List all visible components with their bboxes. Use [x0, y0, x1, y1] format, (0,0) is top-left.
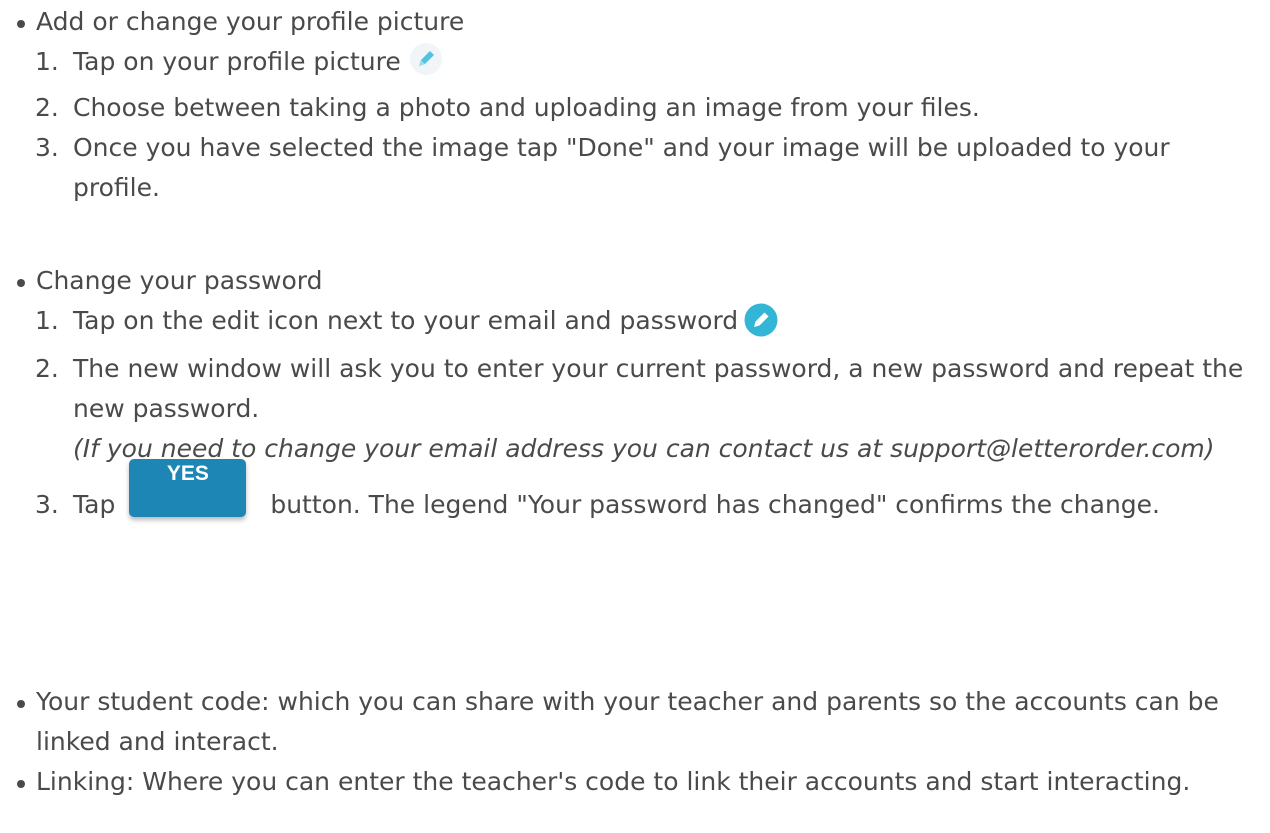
linking-text: Linking: Where you can enter the teacher… [36, 767, 1191, 796]
step-number: 1. [35, 306, 59, 335]
email-change-note: (If you need to change your email addres… [73, 434, 1215, 463]
step-number: 1. [35, 47, 59, 76]
bullet-dot [17, 279, 25, 287]
yes-button-image: YES [129, 459, 247, 517]
bullet-dot [17, 20, 25, 28]
section-title: Change your password [36, 266, 323, 295]
bullet-dot [17, 700, 25, 708]
step-number: 2. [35, 93, 59, 122]
step-item: 1. Tap on the edit icon next to your ema… [0, 301, 1260, 349]
step-item: 3. Once you have selected the image tap … [0, 128, 1260, 208]
bullet-item: Your student code: which you can share w… [0, 682, 1260, 762]
step-item: 2. Choose between taking a photo and upl… [0, 88, 1260, 128]
step-number: 3. [35, 133, 59, 162]
bullet-dot [17, 780, 25, 788]
bullet-item: Linking: Where you can enter the teacher… [0, 762, 1260, 802]
step-text: Tap on the edit icon next to your email … [73, 306, 739, 335]
step-text-after: button. The legend "Your password has ch… [270, 490, 1160, 519]
section-codes: Your student code: which you can share w… [0, 682, 1260, 802]
step-number: 2. [35, 354, 59, 383]
steps-list: 1. Tap on the edit icon next to your ema… [0, 301, 1260, 543]
section-profile-picture: Add or change your profile picture 1. Ta… [0, 2, 1260, 208]
student-code-text: Your student code: which you can share w… [36, 687, 1219, 756]
section-change-password: Change your password 1. Tap on the edit … [0, 261, 1260, 543]
step-text-before: Tap [73, 490, 116, 519]
step-item: 1. Tap on your profile picture [0, 42, 1260, 88]
pencil-icon [409, 42, 443, 88]
steps-list: 1. Tap on your profile picture 2. Choose… [0, 42, 1260, 208]
section-title: Add or change your profile picture [36, 7, 465, 36]
step-item: 2. The new window will ask you to enter … [0, 349, 1260, 469]
step-text: Tap on your profile picture [73, 47, 401, 76]
bullet-item: Add or change your profile picture 1. Ta… [0, 2, 1260, 208]
edit-pencil-icon [744, 303, 778, 349]
bullet-item: Change your password 1. Tap on the edit … [0, 261, 1260, 543]
step-number: 3. [35, 490, 59, 519]
step-text: The new window will ask you to enter you… [73, 354, 1244, 423]
step-text: Once you have selected the image tap "Do… [73, 133, 1170, 202]
step-text: Choose between taking a photo and upload… [73, 93, 980, 122]
step-item: 3. Tap YES button. The legend "Your passwo… [0, 459, 1260, 543]
